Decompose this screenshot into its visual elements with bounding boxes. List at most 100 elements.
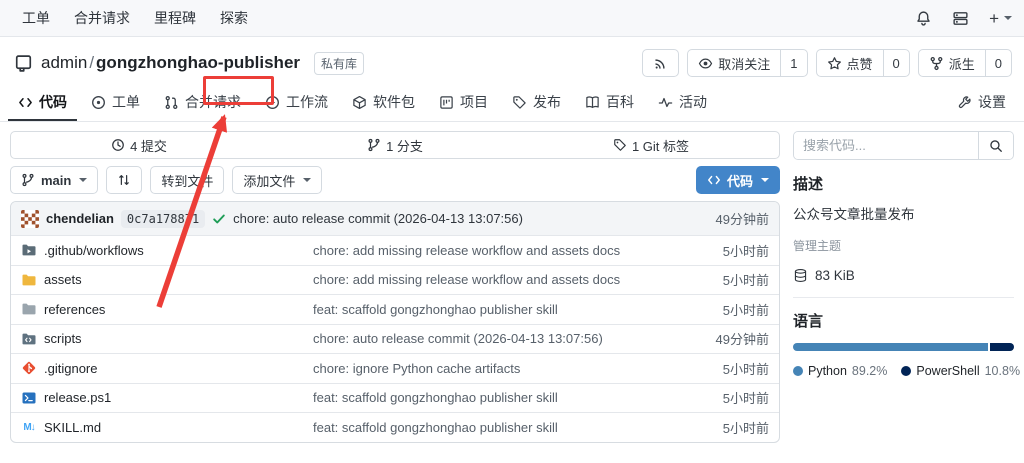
tag-icon <box>512 95 527 110</box>
file-commit-message[interactable]: feat: scaffold gongzhonghao publisher sk… <box>313 420 657 435</box>
nav-explore[interactable]: 探索 <box>210 2 258 34</box>
file-commit-time: 5小时前 <box>657 418 769 437</box>
repo-icon <box>14 54 33 73</box>
repo-size: 83 KiB <box>793 268 1014 283</box>
file-commit-message[interactable]: chore: add missing release workflow and … <box>313 243 657 258</box>
play-circle-icon <box>265 95 280 110</box>
book-icon <box>585 95 600 110</box>
repo-separator: / <box>89 53 94 72</box>
tags-count[interactable]: 1 Git 标签 <box>523 136 779 155</box>
file-commit-message[interactable]: chore: ignore Python cache artifacts <box>313 361 657 376</box>
commits-count[interactable]: 4 提交 <box>11 136 267 155</box>
watch-count[interactable]: 1 <box>780 50 806 76</box>
nav-pull-requests[interactable]: 合并请求 <box>64 2 140 34</box>
commit-message[interactable]: chore: auto release commit (2026-04-13 1… <box>233 211 523 226</box>
latest-commit-row: chendelian 0c7a178871 chore: auto releas… <box>11 202 779 235</box>
file-commit-message[interactable]: feat: scaffold gongzhonghao publisher sk… <box>313 302 657 317</box>
database-icon <box>793 268 808 283</box>
compare-icon <box>117 173 131 187</box>
git-icon <box>21 360 37 376</box>
repo-sidebar: 描述 公众号文章批量发布 管理主题 83 KiB 语言 Python 89.2%… <box>793 131 1014 443</box>
branch-icon <box>367 138 381 152</box>
tab-packages[interactable]: 软件包 <box>342 85 425 121</box>
file-row: M↓ SKILL.md feat: scaffold gongzhonghao … <box>11 412 779 442</box>
commit-status-check-icon[interactable] <box>212 212 226 226</box>
file-link[interactable]: assets <box>21 272 313 288</box>
tab-wiki[interactable]: 百科 <box>575 85 644 121</box>
code-download-button[interactable]: 代码 <box>696 166 780 194</box>
branches-count[interactable]: 1 分支 <box>267 136 523 155</box>
commit-hash-badge[interactable]: 0c7a178871 <box>121 210 205 228</box>
compare-button[interactable] <box>106 166 142 194</box>
file-link[interactable]: M↓ SKILL.md <box>21 420 313 435</box>
rss-icon <box>643 50 678 76</box>
python-color-dot <box>793 366 803 376</box>
file-commit-message[interactable]: chore: auto release commit (2026-04-13 1… <box>313 331 657 346</box>
caret-down-icon <box>1004 16 1012 20</box>
top-nav-links: 工单 合并请求 里程碑 探索 <box>12 2 258 34</box>
code-search <box>793 131 1014 160</box>
star-button[interactable]: 点赞 0 <box>816 49 910 77</box>
commit-time: 49分钟前 <box>716 209 769 228</box>
fork-icon <box>929 56 944 71</box>
tab-issues[interactable]: 工单 <box>81 85 150 121</box>
file-table: chendelian 0c7a178871 chore: auto releas… <box>10 201 780 443</box>
fork-count[interactable]: 0 <box>985 50 1011 76</box>
repo-description: 公众号文章批量发布 <box>793 203 1014 223</box>
caret-down-icon <box>303 178 311 182</box>
file-link[interactable]: references <box>21 301 313 317</box>
manage-topics-link[interactable]: 管理主题 <box>793 237 1014 254</box>
avatar[interactable] <box>21 210 39 228</box>
file-commit-time: 5小时前 <box>657 388 769 407</box>
search-button[interactable] <box>978 132 1013 159</box>
tab-projects[interactable]: 项目 <box>429 85 498 121</box>
file-commit-time: 5小时前 <box>657 300 769 319</box>
file-row: assets chore: add missing release workfl… <box>11 265 779 295</box>
file-link[interactable]: .github/workflows <box>21 242 313 258</box>
language-bar[interactable] <box>793 343 1014 351</box>
folder-scripts-icon <box>21 331 37 347</box>
search-input[interactable] <box>794 132 978 159</box>
tab-activity[interactable]: 活动 <box>648 85 717 121</box>
file-link[interactable]: scripts <box>21 331 313 347</box>
nav-issues[interactable]: 工单 <box>12 2 60 34</box>
file-row: .github/workflows chore: add missing rel… <box>11 235 779 265</box>
file-commit-message[interactable]: chore: add missing release workflow and … <box>313 272 657 287</box>
file-row: .gitignore chore: ignore Python cache ar… <box>11 353 779 383</box>
rss-button[interactable] <box>642 49 679 77</box>
tab-releases[interactable]: 发布 <box>502 85 571 121</box>
tab-pull-requests[interactable]: 合并请求 <box>154 85 251 121</box>
powershell-icon <box>21 390 37 406</box>
star-count[interactable]: 0 <box>883 50 909 76</box>
tab-code[interactable]: 代码 <box>8 85 77 121</box>
goto-file-button[interactable]: 转到文件 <box>150 166 224 194</box>
watch-label: 取消关注 <box>718 54 770 73</box>
repo-owner-link[interactable]: admin <box>41 53 87 72</box>
plus-icon: + <box>989 10 999 27</box>
file-link[interactable]: .gitignore <box>21 360 313 376</box>
repo-name-link[interactable]: gongzhonghao-publisher <box>96 53 300 72</box>
tab-workflows[interactable]: 工作流 <box>255 85 338 121</box>
pull-request-icon <box>164 95 179 110</box>
private-badge: 私有库 <box>314 52 364 75</box>
file-link[interactable]: release.ps1 <box>21 390 313 406</box>
branch-selector[interactable]: main <box>10 166 98 194</box>
fork-button[interactable]: 派生 0 <box>918 49 1012 77</box>
file-commit-message[interactable]: feat: scaffold gongzhonghao publisher sk… <box>313 390 657 405</box>
admin-panel-icon[interactable] <box>952 10 969 27</box>
nav-milestones[interactable]: 里程碑 <box>144 2 206 34</box>
create-new-menu[interactable]: + <box>989 10 1012 27</box>
add-file-button[interactable]: 添加文件 <box>232 166 322 194</box>
search-icon <box>989 139 1003 153</box>
tab-settings[interactable]: 设置 <box>947 85 1016 121</box>
notifications-bell-icon[interactable] <box>915 10 932 27</box>
code-icon <box>707 173 721 187</box>
repo-stats-bar: 4 提交 1 分支 1 Git 标签 <box>10 131 780 159</box>
tag-icon <box>613 138 627 152</box>
language-segment-powershell <box>990 343 1014 351</box>
legend-python: Python 89.2% <box>793 364 887 378</box>
legend-powershell: PowerShell 10.8% <box>901 364 1020 378</box>
commit-author[interactable]: chendelian <box>46 211 114 226</box>
code-icon <box>18 95 33 110</box>
watch-button[interactable]: 取消关注 1 <box>687 49 807 77</box>
